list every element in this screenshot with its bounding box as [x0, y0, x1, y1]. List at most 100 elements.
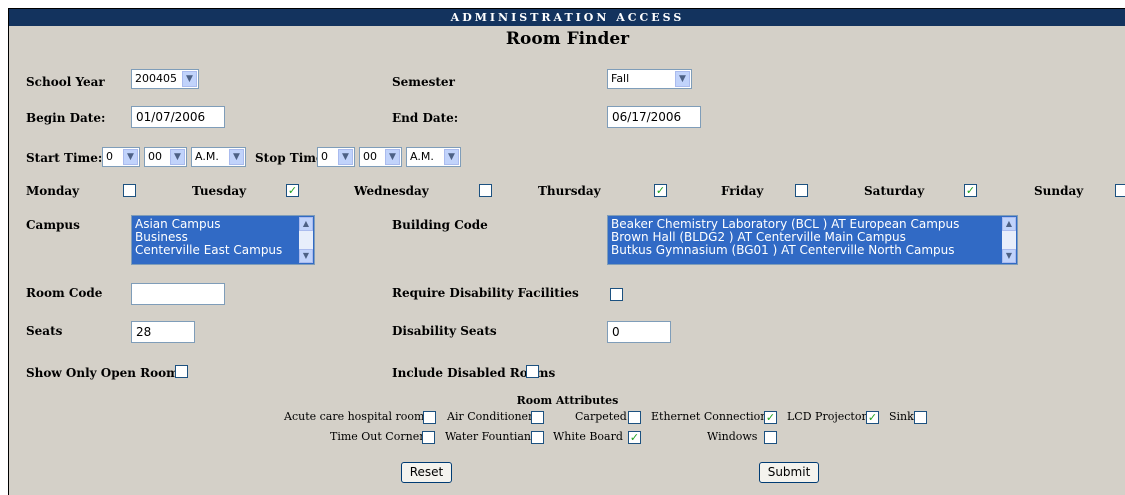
start-hour-select[interactable]: 0 ▼: [102, 147, 140, 167]
attribute-checkbox-ethernet[interactable]: ✓: [764, 411, 777, 424]
school-year-value: 200405: [135, 72, 177, 85]
attribute-label: Windows: [707, 430, 758, 443]
day-label-saturday: Saturday: [864, 184, 925, 198]
attribute-checkbox-time-out-corner[interactable]: [422, 431, 435, 444]
chevron-down-icon[interactable]: ▼: [170, 149, 185, 165]
attribute-label: Water Fountian: [445, 430, 531, 443]
day-checkbox-sunday[interactable]: [1115, 184, 1125, 197]
start-ampm-value: A.M.: [195, 150, 219, 163]
building-code-listbox[interactable]: Beaker Chemistry Laboratory (BCL ) AT Eu…: [607, 215, 1018, 265]
semester-value: Fall: [611, 72, 630, 85]
day-checkbox-friday[interactable]: [795, 184, 808, 197]
checkmark-icon: ✓: [867, 411, 878, 424]
scroll-up-icon[interactable]: ▲: [299, 217, 313, 231]
chevron-down-icon[interactable]: ▼: [338, 149, 353, 165]
attribute-label: Carpeted: [575, 410, 627, 423]
end-date-label: End Date:: [392, 111, 459, 125]
attribute-checkbox-acute-care[interactable]: [423, 411, 436, 424]
building-option[interactable]: Butkus Gymnasium (BG01 ) AT Centerville …: [611, 244, 1017, 257]
chevron-down-icon[interactable]: ▼: [675, 71, 690, 87]
day-checkbox-monday[interactable]: [123, 184, 136, 197]
attribute-checkbox-water-fountain[interactable]: [531, 431, 544, 444]
attribute-checkbox-windows[interactable]: [764, 431, 777, 444]
submit-button[interactable]: Submit: [759, 462, 819, 483]
disability-seats-input[interactable]: 0: [607, 321, 671, 343]
attribute-label: Sink: [889, 410, 914, 423]
require-disability-checkbox[interactable]: [610, 288, 623, 301]
chevron-down-icon[interactable]: ▼: [123, 149, 138, 165]
chevron-down-icon[interactable]: ▼: [182, 71, 197, 87]
room-finder-panel: ADMINISTRATION ACCESS Room Finder School…: [8, 8, 1125, 495]
checkmark-icon: ✓: [965, 184, 976, 197]
scroll-down-icon[interactable]: ▼: [1002, 249, 1016, 263]
day-checkbox-saturday[interactable]: ✓: [964, 184, 977, 197]
semester-select[interactable]: Fall ▼: [607, 69, 692, 89]
stop-ampm-value: A.M.: [410, 150, 434, 163]
stop-hour-value: 0: [321, 150, 328, 163]
show-open-label: Show Only Open Rooms: [26, 366, 186, 380]
attribute-checkbox-white-board[interactable]: ✓: [628, 431, 641, 444]
semester-label: Semester: [392, 75, 455, 89]
attribute-label: Ethernet Connection: [651, 410, 768, 423]
day-label-wednesday: Wednesday: [354, 184, 429, 198]
page-title: Room Finder: [505, 29, 630, 49]
day-checkbox-wednesday[interactable]: [479, 184, 492, 197]
campus-label: Campus: [26, 218, 80, 232]
attribute-label: Acute care hospital room: [284, 410, 425, 423]
stop-minute-select[interactable]: 00 ▼: [359, 147, 402, 167]
seats-label: Seats: [26, 324, 63, 338]
day-checkbox-tuesday[interactable]: ✓: [286, 184, 299, 197]
include-disabled-checkbox[interactable]: [526, 365, 539, 378]
checkmark-icon: ✓: [287, 184, 298, 197]
day-checkbox-thursday[interactable]: ✓: [654, 184, 667, 197]
stop-ampm-select[interactable]: A.M. ▼: [406, 147, 461, 167]
reset-button[interactable]: Reset: [401, 462, 452, 483]
chevron-down-icon[interactable]: ▼: [444, 149, 459, 165]
campus-scrollbar[interactable]: ▲ ▼: [299, 217, 313, 263]
day-label-sunday: Sunday: [1034, 184, 1084, 198]
checkmark-icon: ✓: [655, 184, 666, 197]
attribute-label: Air Conditioner: [447, 410, 534, 423]
attribute-label: White Board: [553, 430, 623, 443]
chevron-down-icon[interactable]: ▼: [385, 149, 400, 165]
start-hour-value: 0: [106, 150, 113, 163]
campus-option[interactable]: Centerville East Campus: [135, 244, 314, 257]
seats-input[interactable]: 28: [131, 321, 195, 343]
chevron-down-icon[interactable]: ▼: [229, 149, 244, 165]
attribute-checkbox-carpeted[interactable]: [628, 411, 641, 424]
begin-date-label: Begin Date:: [26, 111, 106, 125]
attribute-checkbox-lcd-projector[interactable]: ✓: [866, 411, 879, 424]
school-year-label: School Year: [26, 75, 105, 89]
building-scrollbar[interactable]: ▲ ▼: [1002, 217, 1016, 263]
scroll-up-icon[interactable]: ▲: [1002, 217, 1016, 231]
room-code-label: Room Code: [26, 286, 103, 300]
admin-banner: ADMINISTRATION ACCESS: [9, 9, 1125, 26]
attribute-checkbox-air-conditioner[interactable]: [531, 411, 544, 424]
scroll-down-icon[interactable]: ▼: [299, 249, 313, 263]
begin-date-input[interactable]: 01/07/2006: [131, 106, 225, 128]
day-label-friday: Friday: [721, 184, 764, 198]
require-disability-label: Require Disability Facilities: [392, 286, 579, 300]
start-minute-select[interactable]: 00 ▼: [144, 147, 187, 167]
attribute-label: Time Out Corner: [330, 430, 425, 443]
stop-hour-select[interactable]: 0 ▼: [317, 147, 355, 167]
start-ampm-select[interactable]: A.M. ▼: [191, 147, 246, 167]
stop-minute-value: 00: [363, 150, 377, 163]
checkmark-icon: ✓: [629, 431, 640, 444]
checkmark-icon: ✓: [765, 411, 776, 424]
day-label-tuesday: Tuesday: [192, 184, 247, 198]
day-label-thursday: Thursday: [538, 184, 601, 198]
attribute-label: LCD Projector: [787, 410, 867, 423]
start-minute-value: 00: [148, 150, 162, 163]
day-label-monday: Monday: [26, 184, 80, 198]
attribute-checkbox-sink[interactable]: [914, 411, 927, 424]
campus-listbox[interactable]: Asian Campus Business Centerville East C…: [131, 215, 315, 265]
building-code-label: Building Code: [392, 218, 488, 232]
school-year-select[interactable]: 200405 ▼: [131, 69, 199, 89]
end-date-input[interactable]: 06/17/2006: [607, 106, 701, 128]
disability-seats-label: Disability Seats: [392, 324, 497, 338]
show-open-checkbox[interactable]: [175, 365, 188, 378]
room-attributes-heading: Room Attributes: [516, 394, 619, 407]
start-time-label: Start Time:: [26, 151, 103, 165]
room-code-input[interactable]: [131, 283, 225, 305]
